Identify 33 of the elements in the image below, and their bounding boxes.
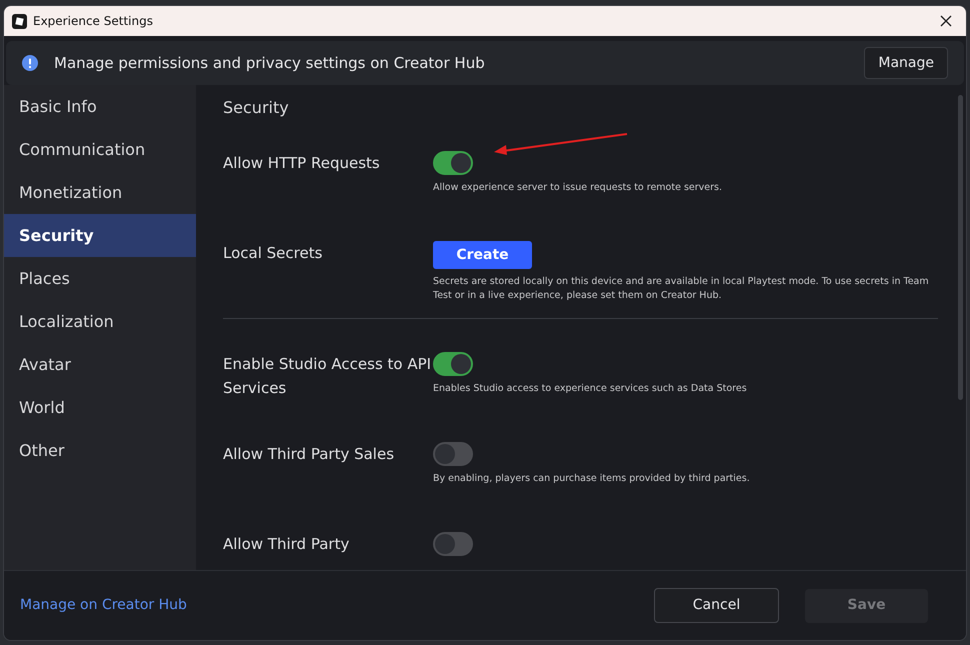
info-icon <box>22 55 38 71</box>
cancel-button[interactable]: Cancel <box>654 588 779 623</box>
toggle-switch[interactable] <box>433 442 473 466</box>
setting-description: By enabling, players can purchase items provided by third parties. <box>433 472 751 486</box>
close-icon[interactable] <box>940 15 952 27</box>
sidebar-item[interactable]: Monetization <box>4 171 196 214</box>
setting-label: Allow Third Party Sales <box>223 444 396 465</box>
sidebar-item[interactable]: World <box>4 386 196 429</box>
section-title: Security <box>223 97 290 119</box>
scrollbar-thumb[interactable] <box>958 95 963 400</box>
setting-description: Enables Studio access to experience services such as Data Stores <box>433 382 748 396</box>
sidebar-item[interactable]: Basic Info <box>4 85 196 128</box>
sidebar-item[interactable]: Avatar <box>4 343 196 386</box>
window-title: Experience Settings <box>33 13 153 30</box>
setting-label: Enable Studio Access to API Services <box>223 354 432 399</box>
setting-description: Allow experience server to issue requests to remote servers. <box>433 181 724 195</box>
manage-button[interactable]: Manage <box>864 47 948 79</box>
setting-description: Secrets are stored locally on this device and are available in local Playtest mode. To use secrets in Team Test or in a live experience, please set them on Creator Hub. <box>433 275 930 303</box>
banner-text: Manage permissions and privacy settings on Creator Hub <box>54 52 485 74</box>
sidebar-item[interactable]: Localization <box>4 300 196 343</box>
toggle-switch[interactable] <box>433 352 473 376</box>
sidebar-item[interactable]: Other <box>4 429 196 472</box>
sidebar-item[interactable]: Security <box>4 214 196 257</box>
app-logo-icon <box>12 14 27 28</box>
setting-label: Local Secrets <box>223 243 324 264</box>
create-button[interactable]: Create <box>433 241 532 269</box>
toggle-switch[interactable] <box>433 532 473 556</box>
setting-label: Allow Third Party <box>223 534 350 555</box>
toggle-switch[interactable] <box>433 151 473 175</box>
setting-label: Allow HTTP Requests <box>223 153 381 174</box>
sidebar-item[interactable]: Communication <box>4 128 196 171</box>
sidebar-item[interactable]: Places <box>4 257 196 300</box>
creator-hub-link[interactable]: Manage on Creator Hub <box>20 595 187 616</box>
